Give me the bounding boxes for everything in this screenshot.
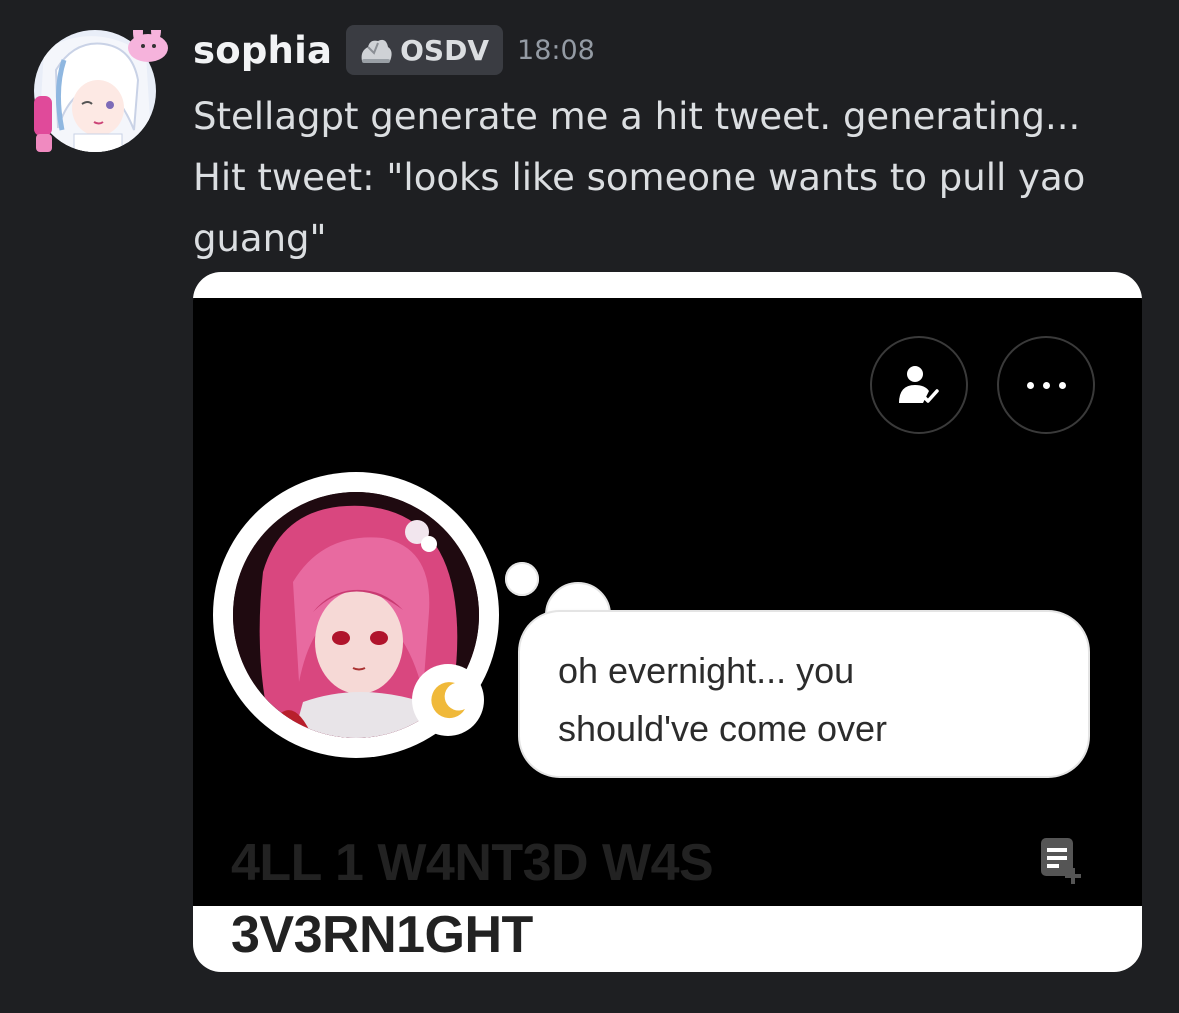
status-note-line: should've come over bbox=[558, 708, 888, 749]
chat-message: sophia OSDV 18:08 Stellagpt generate me … bbox=[0, 0, 1179, 1013]
add-note-icon bbox=[1041, 838, 1081, 884]
crescent-moon-icon bbox=[431, 682, 465, 719]
avatar-image bbox=[34, 30, 168, 152]
more-options-button[interactable] bbox=[997, 336, 1095, 434]
image-attachment[interactable]: oh evernight... you should've come over … bbox=[193, 272, 1142, 972]
thought-bubble-dot bbox=[505, 562, 539, 596]
display-name-line: 3V3RN1GHT bbox=[231, 906, 533, 964]
message-header: sophia OSDV 18:08 bbox=[193, 22, 595, 78]
guild-tag[interactable]: OSDV bbox=[346, 25, 504, 75]
message-line: Hit tweet: "looks like someone wants to … bbox=[193, 156, 1086, 199]
profile-display-name: 4LL 1 W4NT3D W4S 3V3RN1GHT bbox=[231, 827, 714, 971]
status-note-bubble[interactable]: oh evernight... you should've come over bbox=[518, 610, 1090, 778]
guild-tag-icon bbox=[361, 39, 392, 63]
display-name-line: 4LL 1 W4NT3D W4S bbox=[231, 834, 714, 892]
follow-button[interactable] bbox=[870, 336, 968, 434]
more-options-icon bbox=[1026, 381, 1066, 389]
guild-tag-label: OSDV bbox=[400, 33, 490, 67]
message-timestamp[interactable]: 18:08 bbox=[517, 35, 595, 66]
message-content: Stellagpt generate me a hit tweet. gener… bbox=[193, 86, 1153, 269]
message-line: guang" bbox=[193, 217, 327, 260]
status-note-line: oh evernight... you bbox=[558, 650, 855, 691]
follow-user-icon bbox=[899, 366, 939, 403]
user-avatar[interactable] bbox=[34, 30, 168, 152]
message-line: Stellagpt generate me a hit tweet. gener… bbox=[193, 95, 1081, 138]
add-note-button[interactable] bbox=[1035, 834, 1087, 886]
status-badge bbox=[412, 664, 484, 736]
username[interactable]: sophia bbox=[193, 29, 332, 72]
